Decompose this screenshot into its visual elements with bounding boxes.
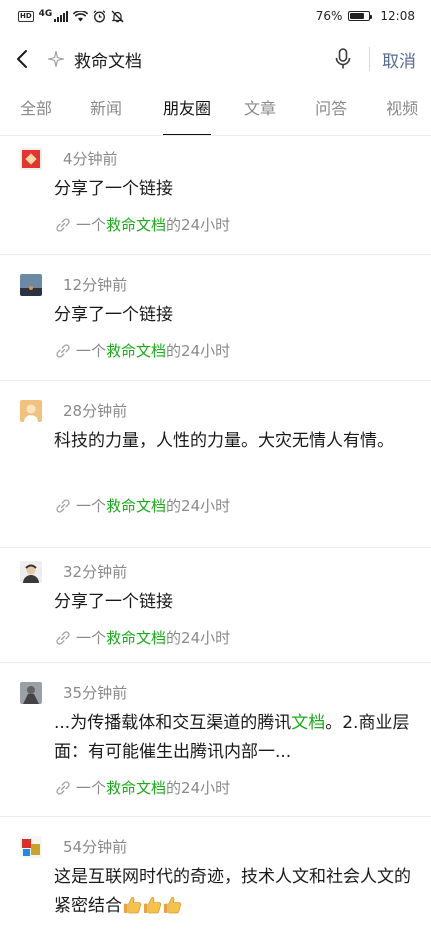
post-keyword: 文档	[291, 713, 326, 733]
avatar	[20, 682, 42, 704]
emoji-group	[122, 896, 182, 916]
link-keyword: 救命文档	[106, 342, 167, 360]
thumbs-up-icon	[163, 896, 182, 914]
tab-video[interactable]: 视频	[386, 90, 418, 135]
tab-articles[interactable]: 文章	[244, 90, 276, 135]
post-text: 这是互联网时代的奇迹，技术人文和社会人文的紧密结合	[54, 867, 411, 916]
cancel-button[interactable]: 取消	[382, 47, 416, 72]
list-item[interactable]: 4分钟前 分享了一个链接 一个 救命文档 的24小时	[0, 140, 431, 255]
avatar	[20, 561, 42, 583]
wifi-icon	[73, 10, 89, 21]
post-content: 这是互联网时代的奇迹，技术人文和社会人文的紧密结合	[54, 863, 413, 921]
post-time: 32分钟前	[63, 563, 128, 581]
post-text: 科技的力量，人性的力量。大灾无情人有情。	[54, 431, 394, 451]
link-keyword: 救命文档	[106, 497, 167, 515]
tab-moments[interactable]: 朋友圈	[163, 90, 212, 135]
post-text: 分享了一个链接	[54, 179, 173, 199]
thumbs-up-icon	[143, 896, 162, 914]
avatar	[20, 836, 42, 858]
post-text: ...为传播载体和交互渠道的腾讯	[54, 713, 292, 733]
status-right: 76% 12:08	[316, 9, 415, 23]
search-query: 救命文档	[74, 51, 142, 72]
link-icon	[53, 778, 73, 798]
list-item[interactable]: 54分钟前 这是互联网时代的奇迹，技术人文和社会人文的紧密结合	[0, 817, 431, 933]
post-text: 分享了一个链接	[54, 592, 173, 612]
status-left: HD 4G	[18, 9, 124, 23]
network-label: 4G	[38, 9, 53, 19]
microphone-icon	[335, 48, 351, 69]
link-prefix: 一个	[76, 497, 107, 515]
link-suffix: 的24小时	[166, 216, 231, 234]
signal-icon	[54, 10, 69, 22]
alarm-icon	[93, 9, 106, 22]
sparkle-icon	[44, 47, 68, 71]
link-prefix: 一个	[76, 216, 107, 234]
link-keyword: 救命文档	[106, 629, 167, 647]
post-content: ...为传播载体和交互渠道的腾讯文档。2.商业层面：有可能催生出腾讯内部一...	[54, 709, 413, 767]
post-content: 分享了一个链接	[54, 588, 413, 617]
post-time: 28分钟前	[63, 402, 128, 420]
link-icon	[53, 628, 73, 648]
post-time: 12分钟前	[63, 276, 128, 294]
link-prefix: 一个	[76, 779, 107, 797]
post-link[interactable]: 一个 救命文档 的24小时	[53, 777, 230, 798]
post-text: 分享了一个链接	[54, 305, 173, 325]
link-suffix: 的24小时	[166, 779, 231, 797]
tab-news[interactable]: 新闻	[90, 90, 122, 135]
post-content: 分享了一个链接	[54, 301, 413, 330]
battery-icon	[348, 11, 373, 21]
link-suffix: 的24小时	[166, 497, 231, 515]
avatar	[20, 400, 42, 422]
link-prefix: 一个	[76, 342, 107, 360]
list-item[interactable]: 12分钟前 分享了一个链接 一个 救命文档 的24小时	[0, 255, 431, 381]
battery-percent: 76%	[315, 9, 343, 23]
voice-input-button[interactable]	[325, 38, 361, 80]
post-content: 科技的力量，人性的力量。大灾无情人有情。	[54, 427, 413, 456]
search-input[interactable]: 救命文档	[44, 38, 325, 80]
hd-badge: HD	[18, 10, 34, 22]
battery-fill	[350, 13, 365, 19]
link-icon	[53, 215, 73, 235]
status-bar: HD 4G 76% 12:08	[0, 0, 431, 32]
link-icon	[53, 341, 73, 361]
post-time: 35分钟前	[63, 684, 128, 702]
search-bar: 救命文档 取消	[0, 38, 431, 80]
link-keyword: 救命文档	[106, 779, 167, 797]
chevron-left-icon	[17, 50, 27, 68]
post-content: 分享了一个链接	[54, 175, 413, 204]
avatar	[20, 148, 42, 170]
back-button[interactable]	[0, 38, 44, 80]
search-divider	[369, 47, 370, 71]
post-time: 54分钟前	[63, 838, 128, 856]
link-suffix: 的24小时	[166, 629, 231, 647]
post-link[interactable]: 一个 救命文档 的24小时	[53, 495, 230, 516]
link-suffix: 的24小时	[166, 342, 231, 360]
link-icon	[53, 496, 73, 516]
tab-all[interactable]: 全部	[20, 90, 52, 135]
post-link[interactable]: 一个 救命文档 的24小时	[53, 340, 230, 361]
list-item[interactable]: 35分钟前 ...为传播载体和交互渠道的腾讯文档。2.商业层面：有可能催生出腾讯…	[0, 663, 431, 817]
category-tabs: 全部 新闻 朋友圈 文章 问答 视频	[0, 90, 431, 136]
mute-bell-icon	[111, 10, 124, 22]
thumbs-up-icon	[123, 896, 142, 914]
post-time: 4分钟前	[63, 150, 118, 168]
clock: 12:08	[380, 9, 415, 23]
post-link[interactable]: 一个 救命文档 的24小时	[53, 214, 230, 235]
tab-qa[interactable]: 问答	[315, 90, 347, 135]
moments-results: 4分钟前 分享了一个链接 一个 救命文档 的24小时 12分钟前 分享了一个链接 一…	[0, 140, 431, 933]
list-item[interactable]: 28分钟前 科技的力量，人性的力量。大灾无情人有情。 一个 救命文档 的24小时	[0, 381, 431, 548]
link-prefix: 一个	[76, 629, 107, 647]
link-keyword: 救命文档	[106, 216, 167, 234]
list-item[interactable]: 32分钟前 分享了一个链接 一个 救命文档 的24小时	[0, 548, 431, 663]
avatar	[20, 274, 42, 296]
post-link[interactable]: 一个 救命文档 的24小时	[53, 627, 230, 648]
